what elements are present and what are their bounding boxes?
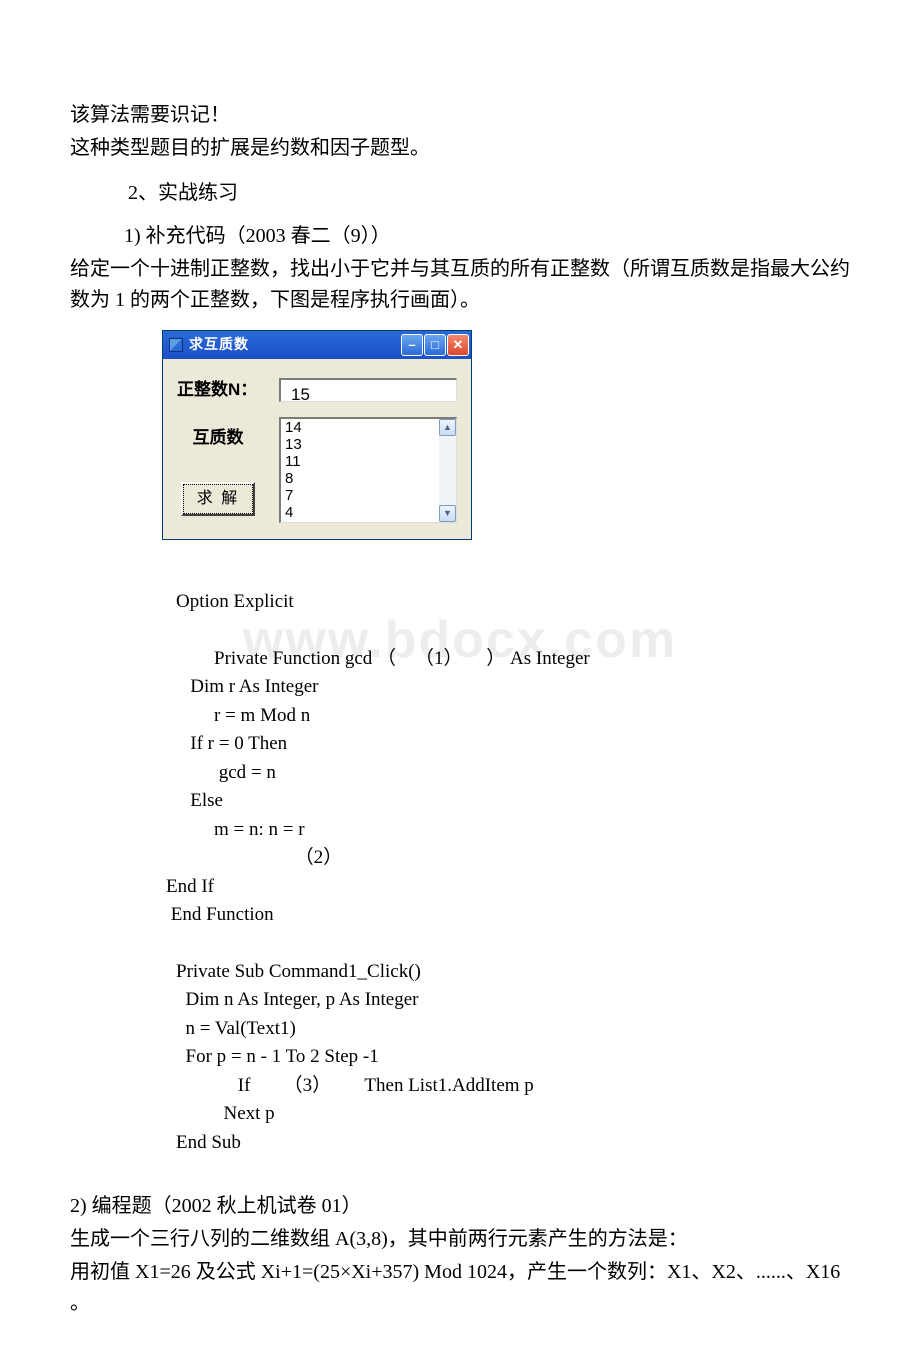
list-item: 7 bbox=[285, 487, 435, 504]
code-block: Option Explicit Private Function gcd （ （… bbox=[176, 588, 850, 1157]
code-line: End If bbox=[166, 873, 850, 902]
code-line: m = n: n = r bbox=[176, 816, 850, 845]
vb-form-icon bbox=[169, 338, 183, 352]
code-line: r = m Mod n bbox=[176, 702, 850, 731]
list-item: 14 bbox=[285, 419, 435, 436]
code-line: gcd = n bbox=[176, 759, 850, 788]
code-line: Dim r As Integer bbox=[176, 673, 850, 702]
scroll-up-icon[interactable]: ▲ bbox=[439, 419, 456, 436]
scroll-down-icon[interactable]: ▼ bbox=[439, 505, 456, 522]
question-1-body: 给定一个十进制正整数，找出小于它并与其互质的所有正整数（所谓互质数是指最大公约数… bbox=[70, 254, 850, 316]
code-line: End Sub bbox=[176, 1129, 850, 1158]
question-2-line1: 生成一个三行八列的二维数组 A(3,8)，其中前两行元素产生的方法是： bbox=[70, 1224, 850, 1255]
code-line: Next p bbox=[176, 1100, 850, 1129]
code-line: Else bbox=[176, 787, 850, 816]
minimize-button[interactable]: – bbox=[401, 334, 423, 356]
vb-window-figure: 求互质数 – □ ✕ 正整数N： 15 互质数 求 解 14 13 11 8 7… bbox=[162, 330, 472, 540]
scroll-track[interactable] bbox=[439, 436, 456, 505]
vb-client-area: 正整数N： 15 互质数 求 解 14 13 11 8 7 4 ▲ bbox=[163, 359, 471, 539]
code-line: n = Val(Text1) bbox=[176, 1015, 850, 1044]
vb-titlebar: 求互质数 – □ ✕ bbox=[163, 331, 471, 359]
vb-row-list: 互质数 求 解 14 13 11 8 7 4 ▲ ▼ bbox=[177, 417, 457, 523]
question-2-line2: 用初值 X1=26 及公式 Xi+1=(25×Xi+357) Mod 1024，… bbox=[70, 1257, 850, 1319]
question-2: 2) 编程题（2002 秋上机试卷 01） 生成一个三行八列的二维数组 A(3,… bbox=[70, 1191, 850, 1319]
section-2-heading: 2、实战练习 bbox=[70, 178, 850, 209]
code-line: End Function bbox=[166, 901, 850, 930]
list-item: 4 bbox=[285, 504, 435, 521]
intro-line-2: 这种类型题目的扩展是约数和因子题型。 bbox=[70, 133, 850, 164]
code-line: For p = n - 1 To 2 Step -1 bbox=[176, 1043, 850, 1072]
code-line: Dim n As Integer, p As Integer bbox=[176, 986, 850, 1015]
list-item: 8 bbox=[285, 470, 435, 487]
label-coprime: 互质数 bbox=[193, 425, 244, 451]
list-items: 14 13 11 8 7 4 bbox=[281, 419, 439, 522]
listbox-results[interactable]: 14 13 11 8 7 4 ▲ ▼ bbox=[279, 417, 457, 523]
code-line: Option Explicit bbox=[176, 588, 850, 617]
list-item: 13 bbox=[285, 436, 435, 453]
code-line: （2） bbox=[176, 844, 850, 873]
question-1-label: 1) 补充代码（2003 春二（9）） bbox=[70, 221, 850, 252]
code-line: Private Function gcd （ （1） ） As Integer bbox=[176, 645, 850, 674]
close-button[interactable]: ✕ bbox=[447, 334, 469, 356]
textbox-n[interactable]: 15 bbox=[279, 378, 457, 402]
code-line: If r = 0 Then bbox=[176, 730, 850, 759]
intro-line-1: 该算法需要识记！ bbox=[70, 100, 850, 131]
question-2-label: 2) 编程题（2002 秋上机试卷 01） bbox=[70, 1191, 850, 1222]
vb-title-text: 求互质数 bbox=[189, 334, 400, 356]
scrollbar[interactable]: ▲ ▼ bbox=[439, 419, 456, 522]
code-line: If （3） Then List1.AddItem p bbox=[176, 1072, 850, 1101]
solve-button[interactable]: 求 解 bbox=[181, 482, 255, 517]
code-line: Private Sub Command1_Click() bbox=[176, 958, 850, 987]
vb-row-input: 正整数N： 15 bbox=[177, 377, 457, 403]
maximize-button[interactable]: □ bbox=[424, 334, 446, 356]
vb-left-col: 互质数 求 解 bbox=[177, 417, 259, 516]
list-item: 11 bbox=[285, 453, 435, 470]
label-n: 正整数N： bbox=[177, 377, 259, 403]
